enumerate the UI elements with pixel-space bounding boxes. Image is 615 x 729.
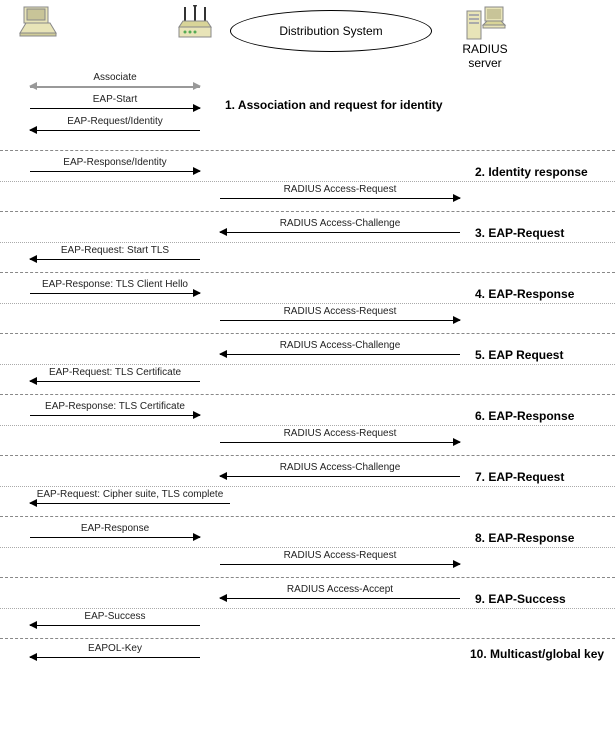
step-section: EAPOL-Key 10. Multicast/global key (0, 639, 615, 677)
message-arrow: RADIUS Access-Request (220, 306, 460, 326)
step-title: 8. EAP-Response (475, 531, 574, 545)
message-label: EAP-Response (30, 523, 200, 534)
step-section: EAP-Response: TLS Client Hello RADIUS Acc… (0, 273, 615, 334)
message-arrow: EAP-Success (30, 611, 200, 631)
message-label: EAP-Success (30, 611, 200, 622)
message-label: Associate (30, 72, 200, 83)
message-arrow: RADIUS Access-Challenge (220, 340, 460, 360)
step-section: EAP-Response: TLS Certificate RADIUS Acce… (0, 395, 615, 456)
diagram-container: Distribution System RADIUS server Associ… (0, 0, 615, 677)
step-title: 10. Multicast/global key (470, 647, 604, 661)
message-arrow: RADIUS Access-Accept (220, 584, 460, 604)
radius-server-label: RADIUS server (455, 42, 515, 70)
message-arrow: EAP-Response: TLS Client Hello (30, 279, 200, 299)
message-label: RADIUS Access-Request (220, 428, 460, 439)
distribution-system-label: Distribution System (230, 10, 432, 52)
message-arrow: EAP-Request: TLS Certificate (30, 367, 200, 387)
message-label: RADIUS Access-Accept (220, 584, 460, 595)
message-label: RADIUS Access-Request (220, 550, 460, 561)
message-label: EAP-Response: TLS Certificate (30, 401, 200, 412)
step-section: RADIUS Access-Challenge EAP-Request: Ciph… (0, 456, 615, 517)
step-title: 3. EAP-Request (475, 226, 564, 240)
step-title: 9. EAP-Success (475, 592, 566, 606)
message-label: RADIUS Access-Challenge (220, 218, 460, 229)
step-title: 5. EAP Request (475, 348, 563, 362)
step-title: 6. EAP-Response (475, 409, 574, 423)
message-label: EAP-Request: Cipher suite, TLS complete (30, 489, 230, 500)
step-section: EAP-Response RADIUS Access-Request 8. EAP-… (0, 517, 615, 578)
message-label: EAP-Response: TLS Client Hello (30, 279, 200, 290)
step-section: RADIUS Access-Challenge EAP-Request: TLS … (0, 334, 615, 395)
message-arrow: Associate (30, 72, 200, 92)
step-title: 2. Identity response (475, 165, 588, 179)
step-title: 7. EAP-Request (475, 470, 564, 484)
message-arrow: EAP-Request: Start TLS (30, 245, 200, 265)
message-arrow: RADIUS Access-Challenge (220, 462, 460, 482)
step-section: RADIUS Access-Challenge EAP-Request: Star… (0, 212, 615, 273)
message-arrow: EAP-Request/Identity (30, 116, 200, 136)
step-title: 4. EAP-Response (475, 287, 574, 301)
laptop-icon (18, 5, 58, 37)
step-title: 1. Association and request for identity (225, 98, 443, 112)
message-label: RADIUS Access-Request (220, 184, 460, 195)
message-arrow: RADIUS Access-Challenge (220, 218, 460, 238)
message-arrow: RADIUS Access-Request (220, 428, 460, 448)
message-label: EAP-Request: TLS Certificate (30, 367, 200, 378)
message-label: RADIUS Access-Request (220, 306, 460, 317)
message-arrow: EAP-Response: TLS Certificate (30, 401, 200, 421)
message-arrow: EAP-Response/Identity (30, 157, 200, 177)
radius-server-icon (465, 5, 507, 43)
step-section: RADIUS Access-Accept EAP-Success 9. EAP-Su… (0, 578, 615, 639)
message-label: RADIUS Access-Challenge (220, 340, 460, 351)
message-label: EAP-Request: Start TLS (30, 245, 200, 256)
step-section: Associate EAP-Start EAP-Request/Identity 1.… (0, 70, 615, 151)
message-label: EAP-Start (30, 94, 200, 105)
header: Distribution System RADIUS server (0, 0, 615, 70)
message-arrow: EAPOL-Key (30, 643, 200, 663)
message-arrow: EAP-Start (30, 94, 200, 114)
message-label: EAP-Response/Identity (30, 157, 200, 168)
message-label: EAP-Request/Identity (30, 116, 200, 127)
step-section: EAP-Response/Identity RADIUS Access-Reque… (0, 151, 615, 212)
message-arrow: RADIUS Access-Request (220, 550, 460, 570)
message-arrow: EAP-Response (30, 523, 200, 543)
access-point-icon (175, 5, 215, 45)
message-label: RADIUS Access-Challenge (220, 462, 460, 473)
message-arrow: RADIUS Access-Request (220, 184, 460, 204)
message-arrow: EAP-Request: Cipher suite, TLS complete (30, 489, 230, 509)
message-label: EAPOL-Key (30, 643, 200, 654)
